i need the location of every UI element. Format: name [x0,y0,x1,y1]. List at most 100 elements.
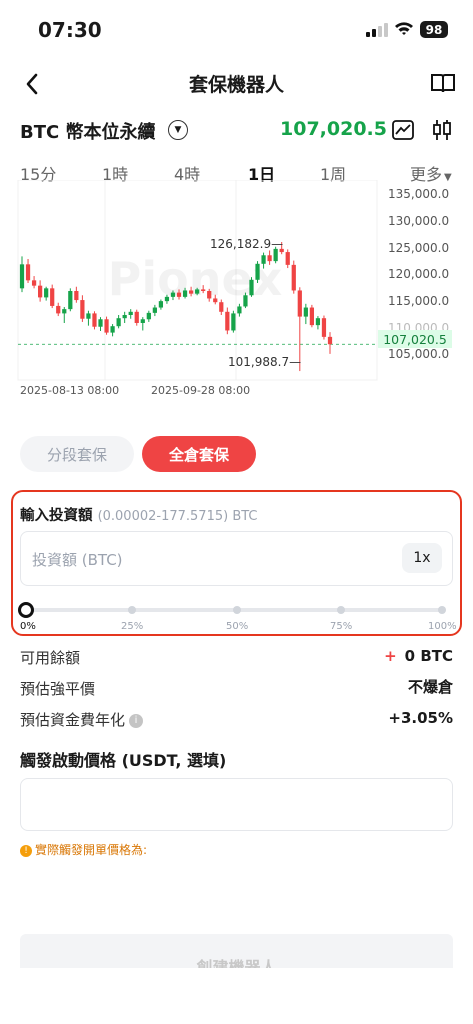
candle-body [237,306,242,314]
liquidation-price-value: 不爆倉 [407,678,453,696]
chart-trend-icon[interactable] [392,120,414,140]
candle-body [243,295,248,307]
candle-body [261,255,266,264]
candle-body [25,264,31,281]
candle-body [170,292,176,297]
high-value: 126,182.9 [210,237,272,251]
full-hedge-button[interactable]: 全倉套保 [142,436,256,472]
y-tick-4: 120,000.0 [388,267,450,281]
low-value: 101,988.7 [228,355,290,369]
candle-body [188,290,194,294]
current-price-tag: 107,020.5 [378,330,452,348]
liquidation-price-label: 預估強平價 [20,680,96,698]
candle-body [309,307,314,326]
available-balance-value: 0 BTC [404,647,453,665]
candle-body [140,319,145,323]
low-annotation: 101,988.7— [228,355,302,369]
pct-100[interactable]: 100% [428,621,457,632]
slider-stop-75[interactable] [337,606,345,614]
candle-body [327,336,333,345]
pct-50[interactable]: 50% [226,621,248,632]
leverage-button[interactable]: 1x [402,543,442,573]
battery-icon: 98 [420,21,448,38]
plus-icon[interactable]: + [384,647,397,665]
x-tick-2: 2025-09-28 08:00 [151,384,251,397]
candle-body [92,313,97,327]
candle-body [44,288,49,298]
candle-body [74,291,79,301]
candle-body [98,319,103,327]
trigger-hint: ! 實際觸發開單價格為: [20,841,147,858]
candle-body [56,305,61,314]
investment-label-text: 輸入投資額 [20,508,93,524]
slider-stop-25[interactable] [128,606,136,614]
candle-body [80,300,85,319]
funding-rate-label: 預估資金費年化 i [20,709,144,730]
available-balance-label: 可用餘額 [20,649,81,667]
slider-handle[interactable] [18,602,34,618]
info-icon[interactable]: i [129,713,144,728]
funding-rate-label-text: 預估資金費年化 [20,711,126,729]
slider-stop-50[interactable] [233,606,241,614]
book-icon[interactable] [430,72,456,94]
candle-body [201,289,206,291]
create-bot-button[interactable]: 創建機器人 [20,934,453,972]
candle-body [19,264,25,289]
candle-body [128,311,133,315]
y-tick-7: 105,000.0 [388,347,450,361]
investment-placeholder: 投資額 (BTC) [32,551,123,569]
candle-body [225,311,230,331]
candle-body [303,307,308,317]
candle-body [152,307,157,313]
candle-body [291,264,296,291]
available-balance: +0 BTC [384,647,453,665]
partial-hedge-button[interactable]: 分段套保 [20,436,134,472]
candle-body [219,302,224,312]
candle-body [267,255,272,262]
candle-body [195,289,200,294]
candle-body [31,280,37,286]
trigger-hint-text: 實際觸發開單價格為: [35,843,148,857]
high-annotation: 126,182.9— [210,237,284,251]
candle-body [116,318,121,327]
trigger-price-input[interactable] [20,778,453,831]
candle-body [104,319,109,333]
current-price: 107,020.5 [280,118,387,140]
candle-body [176,292,182,297]
candle-body [285,252,290,265]
candle-body [122,315,127,319]
candle-body [158,301,164,308]
slider-stop-100[interactable] [438,606,446,614]
symbol-name[interactable]: BTC 幣本位永續 [20,118,155,144]
bottom-fade [0,968,473,1024]
page-title: 套保機器人 [188,74,284,96]
candle-body [315,318,321,326]
candle-body [38,285,43,298]
info-icon: ! [20,844,32,857]
cellular-signal-icon [366,23,388,37]
investment-label: 輸入投資額 (0.00002-177.5715) BTC [20,504,258,525]
candle-body [231,313,236,331]
candle-body [62,309,67,314]
symbol-dropdown-icon[interactable]: ▼ [168,120,188,140]
candle-body [134,311,139,323]
candle-body [68,291,73,310]
y-tick-3: 125,000.0 [388,241,450,255]
candlestick-icon[interactable] [431,119,453,141]
x-tick-1: 2025-08-13 08:00 [20,384,120,397]
candle-body [110,326,115,333]
candle-body [207,291,212,299]
y-tick-2: 130,000.0 [388,214,450,228]
candle-body [86,313,91,319]
pct-25[interactable]: 25% [121,621,143,632]
pct-75[interactable]: 75% [330,621,352,632]
pct-0[interactable]: 0% [20,621,36,632]
candle-body [146,312,151,320]
candle-body [164,296,170,302]
candle-body [321,318,327,337]
status-time: 07:30 [38,18,102,42]
y-tick-5: 115,000.0 [388,294,450,308]
wifi-icon [395,22,413,35]
trigger-price-label: 觸發啟動價格 (USDT, 選填) [20,751,227,770]
funding-rate-value: +3.05% [388,709,453,727]
